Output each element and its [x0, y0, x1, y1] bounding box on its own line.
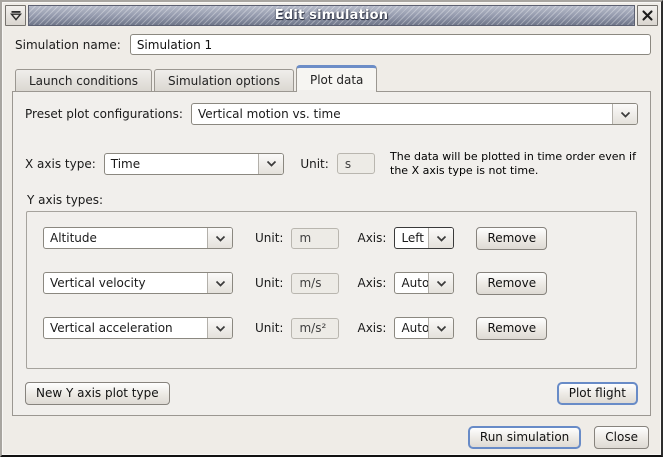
tab-launch-conditions[interactable]: Launch conditions [15, 69, 152, 91]
x-axis-unit-value: s [337, 153, 375, 174]
close-window-button[interactable] [637, 5, 658, 26]
plot-flight-button[interactable]: Plot flight [557, 382, 638, 405]
simulation-name-label: Simulation name: [15, 38, 121, 52]
preset-config-label: Preset plot configurations: [25, 107, 183, 121]
y-type-select-3[interactable]: Vertical acceleration [43, 317, 233, 339]
chevron-down-icon [258, 154, 283, 174]
window-menu-button[interactable] [5, 5, 26, 26]
panel-footer: New Y axis plot type Plot flight [25, 382, 638, 409]
simulation-name-row: Simulation name: [15, 34, 651, 55]
remove-button-2[interactable]: Remove [476, 272, 547, 295]
unit-label: Unit: [255, 276, 283, 290]
chevron-down-icon [207, 318, 232, 338]
chevron-down-icon [428, 273, 453, 293]
unit-value: m [291, 228, 339, 249]
unit-label: Unit: [255, 231, 283, 245]
new-y-axis-plot-type-button[interactable]: New Y axis plot type [25, 382, 170, 405]
axis-select-2[interactable]: Auto [394, 272, 454, 294]
chevron-down-icon [207, 273, 232, 293]
y-axis-row: Altitude Unit: m Axis: Left Remov [43, 227, 620, 250]
y-type-value: Altitude [44, 228, 207, 248]
y-axis-row: Vertical acceleration Unit: m/s² Axis: A… [43, 317, 620, 340]
axis-select-1[interactable]: Left [394, 227, 454, 249]
tab-label: Simulation options [168, 74, 280, 88]
y-type-select-2[interactable]: Vertical velocity [43, 272, 233, 294]
axis-value: Auto [395, 318, 428, 338]
titlebar-drag-area[interactable]: Edit simulation [28, 5, 635, 26]
y-type-value: Vertical velocity [44, 273, 207, 293]
x-axis-select[interactable]: Time [104, 153, 285, 175]
remove-button-3[interactable]: Remove [476, 317, 547, 340]
preset-config-row: Preset plot configurations: Vertical mot… [25, 103, 638, 125]
unit-label: Unit: [255, 321, 283, 335]
tab-plot-data[interactable]: Plot data [296, 65, 377, 91]
axis-label: Axis: [357, 231, 386, 245]
y-axis-row: Vertical velocity Unit: m/s Axis: Auto [43, 272, 620, 295]
x-axis-value: Time [105, 154, 259, 174]
axis-label: Axis: [357, 321, 386, 335]
unit-value: m/s [291, 273, 339, 294]
x-axis-row: X axis type: Time Unit: s The data will … [25, 150, 638, 178]
x-axis-label: X axis type: [25, 157, 96, 171]
tab-label: Launch conditions [29, 74, 138, 88]
chevron-down-icon [207, 228, 232, 248]
close-icon [642, 10, 653, 21]
unit-value: m/s² [291, 318, 339, 339]
axis-value: Left [395, 228, 428, 248]
chevron-down-icon [612, 104, 637, 124]
close-button[interactable]: Close [594, 426, 649, 449]
x-axis-unit-label: Unit: [300, 157, 328, 171]
remove-button-1[interactable]: Remove [476, 227, 547, 250]
y-axis-types-group: Altitude Unit: m Axis: Left Remov [26, 211, 637, 369]
edit-simulation-dialog: Edit simulation Simulation name: Launch … [0, 0, 663, 457]
chevron-down-icon [428, 228, 453, 248]
dialog-footer: Run simulation Close [12, 416, 651, 449]
preset-config-select[interactable]: Vertical motion vs. time [191, 103, 638, 125]
run-simulation-button[interactable]: Run simulation [468, 426, 581, 449]
y-type-value: Vertical acceleration [44, 318, 207, 338]
y-type-select-1[interactable]: Altitude [43, 227, 233, 249]
titlebar: Edit simulation [5, 5, 658, 26]
axis-value: Auto [395, 273, 428, 293]
plot-data-panel: Preset plot configurations: Vertical mot… [12, 91, 651, 416]
window-menu-icon [10, 10, 22, 21]
chevron-down-icon [428, 318, 453, 338]
simulation-name-input[interactable] [130, 34, 651, 55]
axis-select-3[interactable]: Auto [394, 317, 454, 339]
tab-bar: Launch conditions Simulation options Plo… [12, 64, 651, 91]
axis-label: Axis: [357, 276, 386, 290]
tab-simulation-options[interactable]: Simulation options [154, 69, 294, 91]
x-axis-note: The data will be plotted in time order e… [390, 150, 638, 178]
window-title: Edit simulation [275, 8, 388, 23]
y-axis-types-label: Y axis types: [27, 193, 638, 207]
dialog-content: Simulation name: Launch conditions Simul… [5, 26, 658, 449]
preset-config-value: Vertical motion vs. time [192, 104, 612, 124]
tab-label: Plot data [310, 73, 363, 87]
